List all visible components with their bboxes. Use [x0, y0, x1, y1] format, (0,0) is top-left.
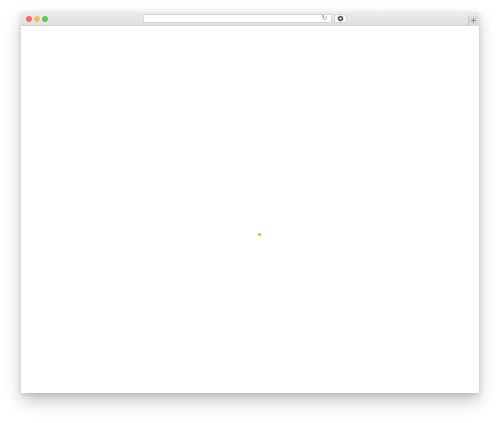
address-bar[interactable]: ↻ — [143, 14, 332, 23]
screenshot-stage: ↻ + — [0, 0, 500, 423]
extension-button[interactable] — [334, 14, 347, 23]
reload-icon[interactable]: ↻ — [321, 15, 328, 22]
browser-titlebar: ↻ + — [21, 12, 479, 26]
minimize-window-button[interactable] — [34, 16, 40, 22]
plus-icon: + — [470, 16, 477, 25]
new-tab-button[interactable]: + — [468, 16, 478, 26]
close-window-button[interactable] — [26, 16, 32, 22]
maximize-window-button[interactable] — [42, 16, 48, 22]
gear-icon — [337, 15, 344, 22]
browser-window: ↻ + — [21, 12, 479, 393]
loading-dot-icon — [258, 233, 261, 236]
page-viewport — [21, 26, 479, 393]
